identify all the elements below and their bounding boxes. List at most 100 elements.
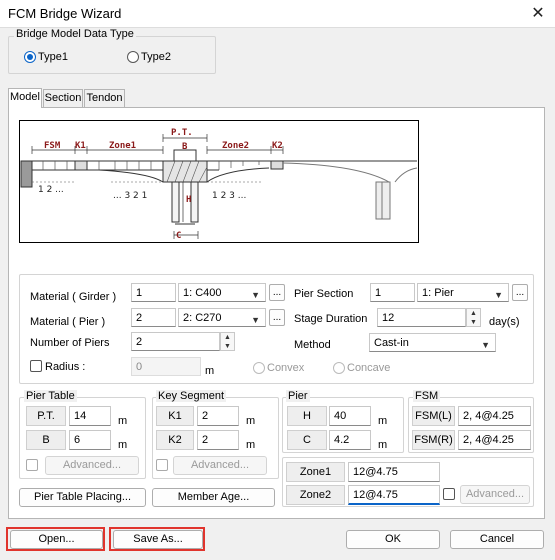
pier-column-right xyxy=(190,181,199,223)
pt-label: P.T. xyxy=(26,406,66,426)
k2-label: K2 xyxy=(156,430,194,450)
key-segment-advanced-button[interactable]: Advanced... xyxy=(173,456,267,475)
c-input[interactable]: 4.2 xyxy=(329,430,371,450)
b-label: B xyxy=(26,430,66,450)
pier-section-number[interactable]: 1 xyxy=(370,283,415,302)
pier-section-select-value: 1: Pier xyxy=(422,287,454,299)
zone2-label: Zone2 xyxy=(286,485,345,505)
fsm-group-label: FSM xyxy=(413,390,441,402)
pier-table-advanced-button[interactable]: Advanced... xyxy=(45,456,139,475)
material-girder-browse-button[interactable]: ... xyxy=(269,284,285,301)
radius-unit: m xyxy=(205,365,215,377)
right-pier xyxy=(375,181,391,220)
type1-radio[interactable] xyxy=(24,51,36,63)
tab-tendon[interactable]: Tendon xyxy=(84,89,125,107)
data-type-group-label: Bridge Model Data Type xyxy=(14,28,136,40)
num-piers-input[interactable]: 2 xyxy=(131,332,220,351)
h-unit: m xyxy=(378,415,388,427)
b-unit: m xyxy=(118,439,128,451)
diagram-label-pt: P.T. xyxy=(171,128,193,138)
radius-label: Radius : xyxy=(45,361,86,373)
h-input[interactable]: 40 xyxy=(329,406,371,426)
title-bar: FCM Bridge Wizard ✕ xyxy=(0,0,555,28)
pier-section-browse-button[interactable]: ... xyxy=(512,284,528,301)
convex-label[interactable]: Convex xyxy=(267,362,304,374)
key-segment-k1 xyxy=(74,160,88,171)
diagram-zone1-numbers: ... 3 2 1 xyxy=(113,191,147,201)
zone2-input[interactable]: 12@4.75 xyxy=(348,485,440,505)
pier-table-advanced-checkbox[interactable] xyxy=(26,459,38,471)
concave-label[interactable]: Concave xyxy=(347,362,390,374)
tab-section[interactable]: Section xyxy=(43,89,83,107)
bridge-diagram: FSM K1 Zone1 P.T. B Zone2 K2 H C 1 2 ...… xyxy=(19,120,419,243)
zone1-label: Zone1 xyxy=(286,462,345,482)
convex-radio[interactable] xyxy=(253,362,265,374)
type2-radio[interactable] xyxy=(127,51,139,63)
material-girder-select-value: 1: C400 xyxy=(183,287,222,299)
material-pier-label: Material ( Pier ) xyxy=(30,316,106,328)
diagram-label-zone2: Zone2 xyxy=(222,141,249,151)
pier-table-group-label: Pier Table xyxy=(24,390,77,402)
material-girder-select[interactable]: 1: C400 ▼ xyxy=(178,283,266,302)
pier-table-placing-button[interactable]: Pier Table Placing... xyxy=(19,488,146,507)
zones-advanced-checkbox[interactable] xyxy=(443,488,455,500)
fsm-l-label: FSM(L) xyxy=(412,406,455,426)
type2-label[interactable]: Type2 xyxy=(141,51,171,63)
diagram-label-k1: K1 xyxy=(75,141,86,151)
num-piers-label: Number of Piers xyxy=(30,337,110,349)
zones-advanced-button[interactable]: Advanced... xyxy=(460,485,530,504)
material-girder-number[interactable]: 1 xyxy=(131,283,176,302)
diagram-label-zone1: Zone1 xyxy=(109,141,136,151)
k1-label: K1 xyxy=(156,406,194,426)
chevron-down-icon: ▼ xyxy=(494,290,503,300)
tab-model[interactable]: Model xyxy=(8,88,42,108)
cancel-button[interactable]: Cancel xyxy=(450,530,544,549)
type1-label[interactable]: Type1 xyxy=(38,51,68,63)
diagram-zone2-numbers: 1 2 3 ... xyxy=(212,191,246,201)
spin-up-icon: ▲ xyxy=(224,334,231,341)
material-pier-number[interactable]: 2 xyxy=(131,308,176,327)
c-unit: m xyxy=(378,439,388,451)
left-abutment xyxy=(20,160,33,188)
material-girder-label: Material ( Girder ) xyxy=(30,291,117,303)
stage-duration-spinner[interactable]: ▲ ▼ xyxy=(466,308,481,327)
fsm-l-input[interactable]: 2, 4@4.25 xyxy=(458,406,531,426)
member-age-button[interactable]: Member Age... xyxy=(152,488,275,507)
diagram-label-k2: K2 xyxy=(272,141,283,151)
key-segment-group-label: Key Segment xyxy=(156,390,227,402)
method-select-value: Cast-in xyxy=(374,337,409,349)
pier-section-select[interactable]: 1: Pier ▼ xyxy=(417,283,509,302)
c-label: C xyxy=(287,430,327,450)
zone1-input[interactable]: 12@4.75 xyxy=(348,462,440,482)
fsm-r-input[interactable]: 2, 4@4.25 xyxy=(458,430,531,450)
num-piers-spinner[interactable]: ▲ ▼ xyxy=(220,332,235,351)
radius-checkbox[interactable] xyxy=(30,360,42,372)
k1-input[interactable]: 2 xyxy=(197,406,239,426)
diagram-label-c: C xyxy=(176,231,181,241)
k2-unit: m xyxy=(246,439,256,451)
stage-duration-unit: day(s) xyxy=(489,316,520,328)
pt-input[interactable]: 14 xyxy=(69,406,111,426)
pt-unit: m xyxy=(118,415,128,427)
b-input[interactable]: 6 xyxy=(69,430,111,450)
h-label: H xyxy=(287,406,327,426)
diagram-label-h: H xyxy=(186,195,191,205)
key-segment-k2 xyxy=(270,160,284,170)
chevron-down-icon: ▼ xyxy=(481,340,490,350)
k2-input[interactable]: 2 xyxy=(197,430,239,450)
key-segment-advanced-checkbox[interactable] xyxy=(156,459,168,471)
pier-group-label: Pier xyxy=(286,390,310,402)
fsm-r-label: FSM(R) xyxy=(412,430,455,450)
spin-up-icon: ▲ xyxy=(470,310,477,317)
close-icon[interactable]: ✕ xyxy=(527,3,549,25)
material-pier-browse-button[interactable]: ... xyxy=(269,309,285,326)
method-select[interactable]: Cast-in ▼ xyxy=(369,333,496,352)
spin-down-icon: ▼ xyxy=(224,343,231,350)
radius-input[interactable]: 0 xyxy=(131,357,201,376)
save-as-button-highlight xyxy=(109,527,205,551)
concave-radio[interactable] xyxy=(333,362,345,374)
material-pier-select[interactable]: 2: C270 ▼ xyxy=(178,308,266,327)
pier-section-label: Pier Section xyxy=(294,288,354,300)
ok-button[interactable]: OK xyxy=(346,530,440,549)
stage-duration-input[interactable]: 12 xyxy=(377,308,466,327)
